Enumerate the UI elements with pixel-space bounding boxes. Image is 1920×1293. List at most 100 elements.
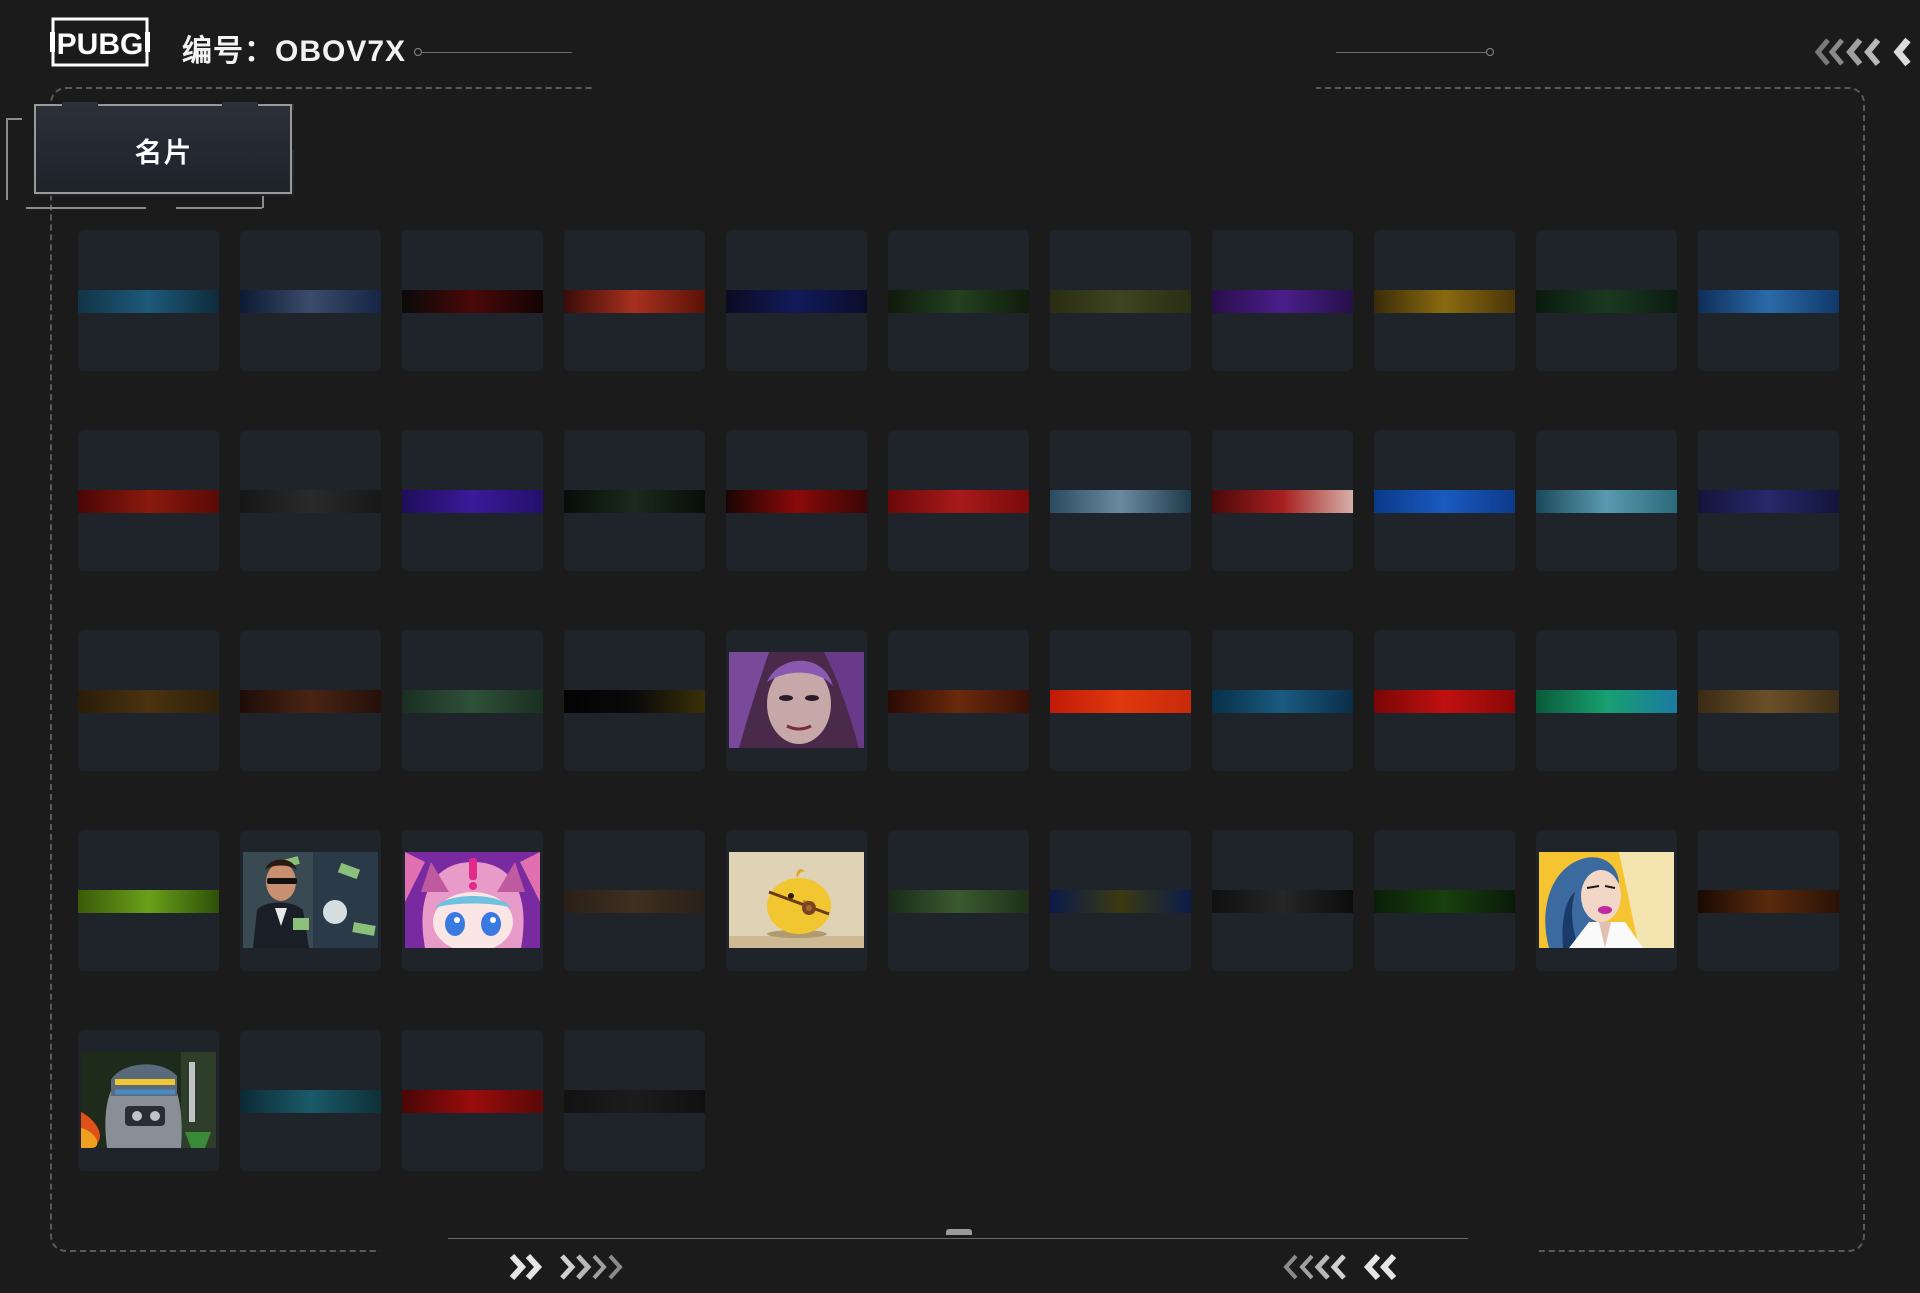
card-item[interactable] (78, 230, 219, 371)
card-banner-strip (1698, 490, 1839, 513)
card-agent-image (243, 852, 378, 948)
card-item[interactable] (1374, 830, 1515, 971)
card-item[interactable] (1212, 830, 1353, 971)
card-item[interactable] (1212, 430, 1353, 571)
card-item[interactable] (240, 230, 381, 371)
card-banner-strip (1050, 490, 1191, 513)
card-banner-strip (726, 290, 867, 313)
card-item[interactable] (1698, 630, 1839, 771)
card-banner-strip (402, 290, 543, 313)
header-line-right-dot (1486, 48, 1494, 56)
tab-deco-bottom-right (176, 207, 262, 209)
card-item[interactable] (726, 830, 867, 971)
pubg-logo-text: PUBG (57, 28, 144, 61)
card-banner-strip (1698, 290, 1839, 313)
card-banner-strip (1050, 890, 1191, 913)
card-item[interactable] (1536, 830, 1677, 971)
card-item[interactable] (1536, 630, 1677, 771)
card-banner-strip (888, 890, 1029, 913)
card-item[interactable] (1536, 230, 1677, 371)
card-item[interactable] (1050, 830, 1191, 971)
bottom-chevrons-left (506, 1250, 642, 1284)
card-item[interactable] (240, 630, 381, 771)
card-item[interactable] (1536, 430, 1677, 571)
card-item[interactable] (78, 630, 219, 771)
card-item[interactable] (1212, 230, 1353, 371)
card-banner-strip (1050, 290, 1191, 313)
card-banner-strip (240, 290, 381, 313)
card-banner-strip (564, 1090, 705, 1113)
card-item[interactable] (78, 430, 219, 571)
card-banner-strip (888, 690, 1029, 713)
header-line-left-dot (414, 48, 422, 56)
card-item[interactable] (1374, 630, 1515, 771)
card-banner-strip (1212, 890, 1353, 913)
card-banner-strip (1536, 290, 1677, 313)
card-item[interactable] (240, 830, 381, 971)
card-banner-strip (1374, 690, 1515, 713)
card-chick-image (729, 852, 864, 948)
card-item[interactable] (1050, 230, 1191, 371)
double-chevron-left-icon (1814, 37, 1911, 67)
card-item[interactable] (564, 830, 705, 971)
card-item[interactable] (1050, 630, 1191, 771)
card-item[interactable] (240, 430, 381, 571)
card-item[interactable] (888, 230, 1029, 371)
card-item[interactable] (1374, 430, 1515, 571)
card-item[interactable] (402, 830, 543, 971)
card-banner-strip (402, 1090, 543, 1113)
card-banner-strip (240, 690, 381, 713)
card-item[interactable] (1698, 430, 1839, 571)
card-item[interactable] (1374, 230, 1515, 371)
card-item[interactable] (1698, 230, 1839, 371)
card-banner-strip (78, 890, 219, 913)
card-banner-strip (78, 290, 219, 313)
card-item[interactable] (78, 1030, 219, 1171)
card-banner-strip (1050, 690, 1191, 713)
card-banner-strip (1698, 690, 1839, 713)
card-banner-strip (1212, 490, 1353, 513)
card-banner-strip (564, 690, 705, 713)
card-item[interactable] (402, 630, 543, 771)
card-item[interactable] (402, 230, 543, 371)
card-item[interactable] (1698, 830, 1839, 971)
card-banner-strip (240, 1090, 381, 1113)
card-item[interactable] (1212, 630, 1353, 771)
card-item[interactable] (402, 430, 543, 571)
card-banner-strip (564, 290, 705, 313)
card-item[interactable] (888, 830, 1029, 971)
card-item[interactable] (1050, 430, 1191, 571)
card-item[interactable] (888, 630, 1029, 771)
frame-top-gap (592, 80, 1316, 96)
card-banner-strip (564, 490, 705, 513)
tab-deco-left (6, 118, 22, 200)
card-item[interactable] (726, 230, 867, 371)
double-chevron-right-icon (509, 1253, 623, 1281)
card-banner-strip (402, 490, 543, 513)
pubg-logo: PUBG (50, 16, 150, 68)
card-item[interactable] (564, 230, 705, 371)
card-item[interactable] (402, 1030, 543, 1171)
back-button[interactable] (1812, 30, 1920, 74)
header-line-right (1336, 52, 1486, 53)
card-banner-strip (78, 490, 219, 513)
card-banner-strip (888, 490, 1029, 513)
card-banner-strip (1212, 290, 1353, 313)
double-chevron-left-icon (1283, 1253, 1397, 1281)
card-banner-strip (1374, 290, 1515, 313)
card-item[interactable] (726, 430, 867, 571)
card-item[interactable] (564, 430, 705, 571)
card-comic-image (1539, 852, 1674, 948)
scroll-indicator[interactable] (946, 1229, 972, 1235)
card-item[interactable] (564, 630, 705, 771)
card-banner-strip (1698, 890, 1839, 913)
card-item[interactable] (888, 430, 1029, 571)
card-item[interactable] (78, 830, 219, 971)
card-item[interactable] (564, 1030, 705, 1171)
card-banner-strip (1374, 890, 1515, 913)
card-item[interactable] (240, 1030, 381, 1171)
card-banner-strip (1374, 490, 1515, 513)
card-item[interactable] (726, 630, 867, 771)
card-banner-strip (240, 490, 381, 513)
card-anime-image (405, 852, 540, 948)
